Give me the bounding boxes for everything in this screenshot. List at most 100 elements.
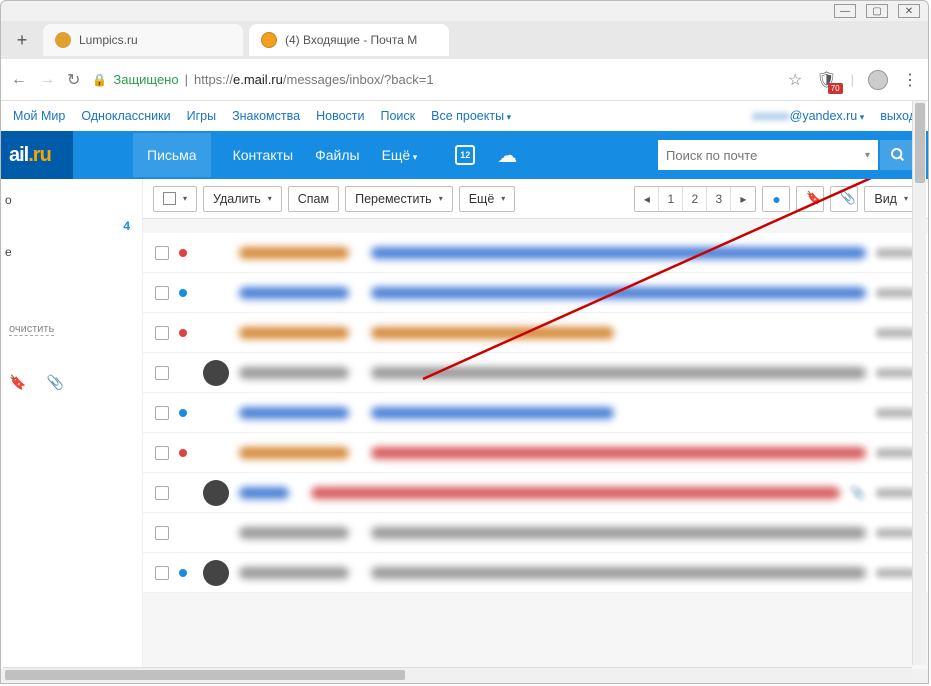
pager: ◂ 1 2 3 ▸ [634, 186, 756, 212]
avatar-icon [203, 480, 229, 506]
row-checkbox[interactable] [155, 326, 169, 340]
attachment-icon[interactable]: 📎 [46, 374, 63, 391]
toplink-moi-mir[interactable]: Мой Мир [13, 109, 65, 123]
calendar-icon[interactable]: 12 [455, 145, 475, 165]
sidebar-fragment: о [1, 187, 142, 213]
nav-files[interactable]: Файлы [315, 147, 359, 163]
status-dot [179, 489, 187, 497]
forward-button[interactable]: → [39, 71, 55, 89]
pager-prev[interactable]: ◂ [635, 187, 659, 211]
status-dot [179, 369, 187, 377]
flag-icon[interactable]: 🔖 [9, 374, 26, 391]
vertical-scrollbar[interactable] [912, 101, 926, 665]
nav-contacts[interactable]: Контакты [233, 147, 293, 163]
message-row[interactable] [143, 313, 928, 353]
logout-link[interactable]: выход [880, 109, 916, 123]
search-input[interactable] [666, 148, 865, 163]
window-maximize-button[interactable]: ▢ [866, 4, 888, 18]
nav-letters[interactable]: Письма [133, 133, 211, 177]
toplink-games[interactable]: Игры [187, 109, 216, 123]
url-input[interactable]: 🔒 Защищено | https://e.mail.ru/messages/… [92, 72, 776, 87]
status-dot [179, 329, 187, 337]
window-close-button[interactable]: ✕ [898, 4, 920, 18]
avatar-icon [203, 360, 229, 386]
message-row[interactable] [143, 353, 928, 393]
row-checkbox[interactable] [155, 406, 169, 420]
row-checkbox[interactable] [155, 246, 169, 260]
new-tab-button[interactable]: + [7, 25, 37, 55]
pager-next[interactable]: ▸ [731, 187, 755, 211]
lock-icon: 🔒 [92, 73, 107, 87]
favicon-icon [261, 32, 277, 48]
browser-tab-2[interactable]: (4) Входящие - Почта M [249, 24, 449, 56]
filter-attach-button[interactable]: 📎 [830, 186, 858, 212]
toplink-dating[interactable]: Знакомства [232, 109, 300, 123]
profile-button[interactable] [868, 70, 888, 90]
select-all-button[interactable] [153, 186, 197, 212]
message-list: 📎 [143, 233, 928, 593]
toplink-projects[interactable]: Все проекты [431, 109, 511, 123]
message-row[interactable] [143, 233, 928, 273]
more-button[interactable]: Ещё [459, 186, 516, 212]
row-checkbox[interactable] [155, 486, 169, 500]
row-checkbox[interactable] [155, 526, 169, 540]
search-box[interactable]: ▾ [658, 140, 878, 170]
sender-blurred [239, 407, 349, 419]
time-blurred [876, 408, 916, 418]
sidebar-clear-link[interactable]: очистить [9, 323, 54, 336]
url-scheme: https:// [194, 72, 233, 87]
star-icon[interactable]: ☆ [788, 70, 802, 90]
row-checkbox[interactable] [155, 446, 169, 460]
window-minimize-button[interactable]: — [834, 4, 856, 18]
horizontal-scrollbar[interactable] [3, 667, 912, 681]
subject-blurred [371, 567, 866, 579]
mail-logo[interactable]: ail.ru [1, 131, 73, 179]
move-button[interactable]: Переместить [345, 186, 453, 212]
toplink-odnoklassniki[interactable]: Одноклассники [81, 109, 170, 123]
time-blurred [876, 488, 916, 498]
row-checkbox[interactable] [155, 286, 169, 300]
row-checkbox[interactable] [155, 566, 169, 580]
subject-blurred [371, 287, 866, 299]
spam-button[interactable]: Спам [288, 186, 339, 212]
cloud-icon[interactable]: ☁ [497, 143, 517, 168]
filter-unread-button[interactable]: ● [762, 186, 790, 212]
browser-tab-1[interactable]: Lumpics.ru [43, 24, 243, 56]
sender-blurred [239, 287, 349, 299]
toplink-search[interactable]: Поиск [380, 109, 415, 123]
pager-1[interactable]: 1 [659, 187, 683, 211]
browser-menu-button[interactable]: ⋮ [902, 70, 918, 90]
pager-2[interactable]: 2 [683, 187, 707, 211]
message-row[interactable] [143, 513, 928, 553]
favicon-icon [55, 32, 71, 48]
mail-header: ail.ru Письма Контакты Файлы Ещё 12 ☁ ▾ [1, 131, 928, 179]
toplink-news[interactable]: Новости [316, 109, 364, 123]
message-row[interactable] [143, 553, 928, 593]
avatar-icon [203, 560, 229, 586]
user-email-dropdown[interactable]: xxxxxx@yandex.ru ▾ [752, 109, 864, 123]
extension-icon[interactable]: 🛡70 [816, 70, 836, 90]
sidebar-inbox-count[interactable]: 4 [1, 213, 142, 239]
filter-flag-button[interactable]: 🔖 [796, 186, 824, 212]
portal-top-links: Мой Мир Одноклассники Игры Знакомства Но… [1, 101, 928, 131]
row-checkbox[interactable] [155, 366, 169, 380]
back-button[interactable]: ← [11, 71, 27, 89]
message-toolbar: Удалить Спам Переместить Ещё ◂ 1 2 3 ▸ ●… [143, 179, 928, 219]
pager-3[interactable]: 3 [707, 187, 731, 211]
message-row[interactable] [143, 393, 928, 433]
browser-tabs: + Lumpics.ru (4) Входящие - Почта M [1, 21, 928, 59]
view-button[interactable]: Вид [864, 186, 918, 212]
time-blurred [876, 248, 916, 258]
divider: | [851, 72, 854, 87]
message-row[interactable]: 📎 [143, 473, 928, 513]
delete-button[interactable]: Удалить [203, 186, 282, 212]
unread-dot [179, 289, 187, 297]
search-dropdown-icon[interactable]: ▾ [865, 150, 870, 161]
search-button[interactable] [880, 140, 916, 170]
reload-button[interactable]: ↻ [67, 70, 80, 90]
nav-more[interactable]: Ещё [382, 147, 418, 163]
search-icon [890, 147, 906, 163]
main-panel: Удалить Спам Переместить Ещё ◂ 1 2 3 ▸ ●… [143, 179, 928, 669]
message-row[interactable] [143, 273, 928, 313]
message-row[interactable] [143, 433, 928, 473]
